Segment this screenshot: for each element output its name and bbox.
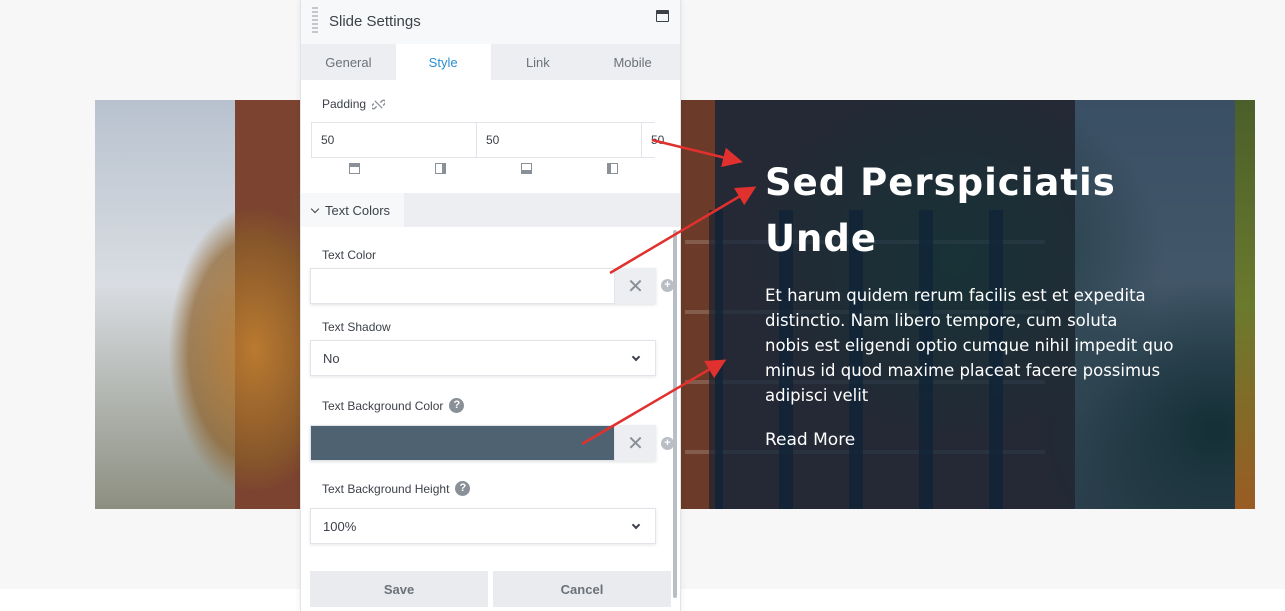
close-icon[interactable]: ✕: [615, 268, 656, 304]
save-button[interactable]: Save: [310, 571, 488, 607]
help-icon[interactable]: ?: [449, 398, 465, 413]
tab-general[interactable]: General: [301, 44, 396, 80]
chevron-down-icon: [631, 352, 641, 362]
text-background-color-label: Text Background Color ?: [322, 398, 465, 413]
padding-label-text: Padding: [322, 97, 367, 111]
text-background-height-label: Text Background Height ?: [322, 481, 471, 496]
cancel-button[interactable]: Cancel: [493, 571, 671, 607]
slide-title: Sed Perspiciatis Unde: [765, 155, 1185, 267]
tree-edge: [1235, 100, 1255, 509]
link-icon[interactable]: [372, 98, 386, 111]
text-background-color-label-text: Text Background Color: [322, 398, 444, 413]
panel-title: Slide Settings: [329, 13, 421, 30]
padding-top-input[interactable]: [312, 123, 477, 157]
text-colors-toggle[interactable]: Text Colors: [301, 193, 404, 227]
panel-header: Slide Settings: [301, 0, 680, 44]
text-color-label: Text Color: [322, 248, 376, 262]
text-background-color-picker: ✕: [310, 425, 656, 461]
text-background-height-select[interactable]: 100%: [310, 508, 656, 544]
slide-text-line: distinctio. Nam libero tempore, cum solu…: [765, 311, 1118, 330]
panel-footer: Save Cancel: [301, 571, 682, 607]
slide-settings-panel: Slide Settings General Style Link Mobile…: [300, 0, 681, 611]
slide-title-line: Unde: [765, 217, 877, 260]
text-background-height-label-text: Text Background Height: [322, 481, 450, 496]
tab-style[interactable]: Style: [395, 44, 491, 80]
chevron-down-icon: [631, 520, 641, 530]
drag-handle-icon[interactable]: [312, 7, 318, 35]
slide-content: Sed Perspiciatis Unde Et harum quidem re…: [765, 155, 1185, 450]
padding-label: Padding: [322, 97, 386, 111]
text-shadow-value: No: [323, 350, 340, 366]
text-shadow-label: Text Shadow: [322, 320, 391, 334]
close-icon[interactable]: ✕: [615, 425, 656, 461]
padding-inputs: [311, 122, 680, 158]
panel-scrollbar[interactable]: [673, 230, 677, 598]
side-left-icon: [606, 163, 618, 174]
padding-right-input[interactable]: [477, 123, 642, 157]
text-color-label-text: Text Color: [322, 248, 377, 262]
text-color-swatch[interactable]: [310, 268, 615, 304]
side-right-icon: [434, 163, 446, 174]
help-icon[interactable]: ?: [455, 481, 471, 496]
text-shadow-label-text: Text Shadow: [322, 320, 391, 334]
text-color-picker: ✕: [310, 268, 656, 304]
text-colors-section: Text Colors: [301, 193, 680, 227]
slide-text-line: Et harum quidem rerum facilis est et exp…: [765, 286, 1146, 305]
padding-bottom-input[interactable]: [642, 123, 680, 157]
panel-body: Padding Text Colors Text Color: [301, 80, 680, 611]
side-top-icon: [348, 163, 360, 174]
slide-text-line: adipisci velit: [765, 386, 869, 405]
section-label: Text Colors: [325, 202, 391, 218]
text-background-color-swatch[interactable]: [310, 425, 615, 461]
text-background-height-value: 100%: [323, 518, 357, 534]
tab-mobile[interactable]: Mobile: [585, 44, 680, 80]
slide-text: Et harum quidem rerum facilis est et exp…: [765, 283, 1185, 408]
slide-text-line: minus id quod maxime placeat facere poss…: [765, 361, 1161, 380]
maximize-icon[interactable]: [656, 10, 669, 22]
slide-text-line: nobis est eligendi optio cumque nihil im…: [765, 336, 1174, 355]
padding-side-icons: [311, 163, 655, 174]
slide-title-line: Sed Perspiciatis: [765, 161, 1116, 204]
text-shadow-select[interactable]: No: [310, 340, 656, 376]
side-bottom-icon: [520, 163, 532, 174]
chevron-down-icon: [310, 204, 320, 213]
read-more-link[interactable]: Read More: [765, 430, 855, 450]
settings-tabs: General Style Link Mobile: [301, 44, 680, 80]
tab-link[interactable]: Link: [491, 44, 586, 80]
